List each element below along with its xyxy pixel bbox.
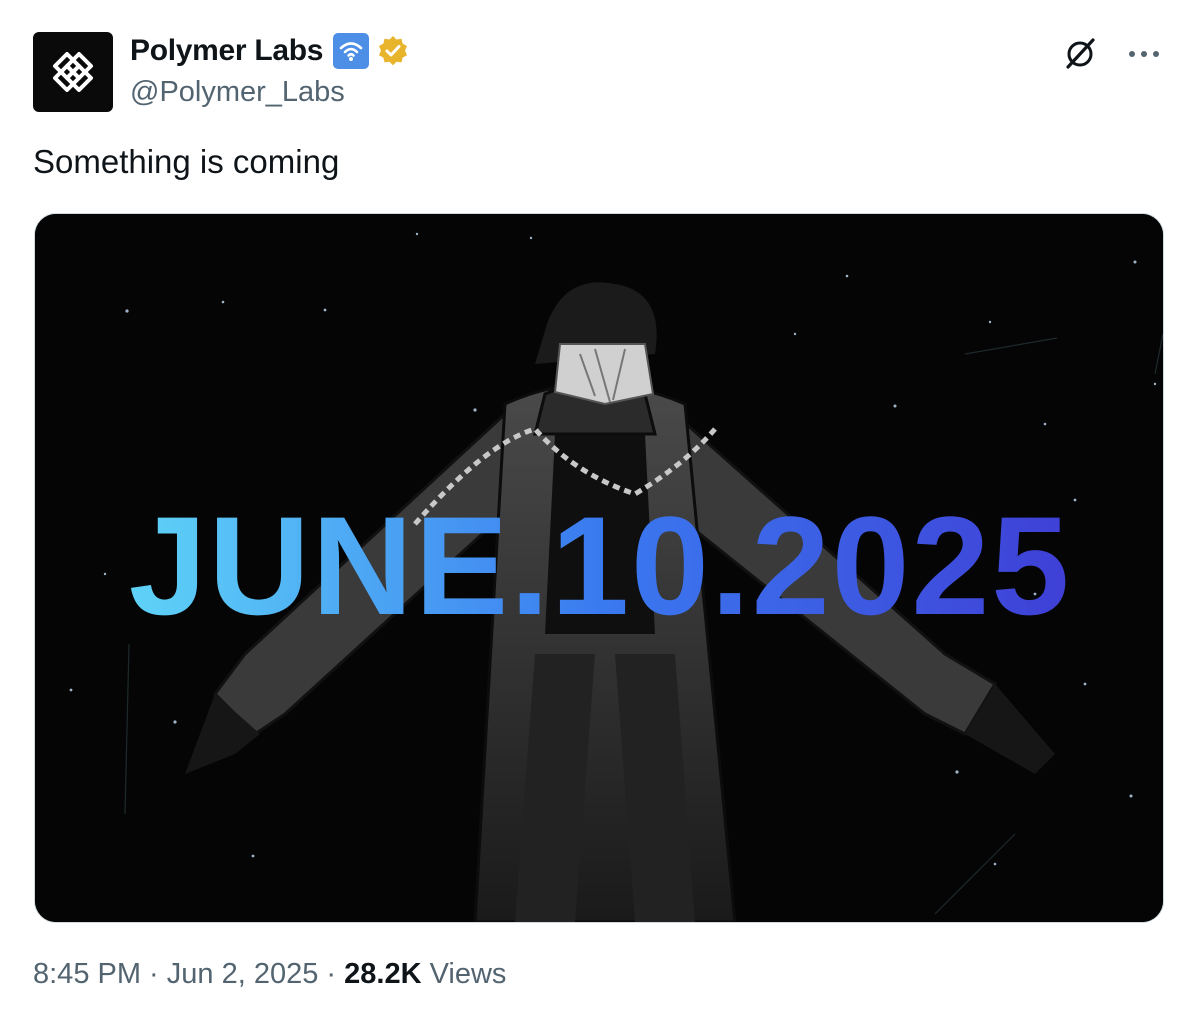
author-display-name[interactable]: Polymer Labs	[130, 34, 323, 68]
author-handle[interactable]: @Polymer_Labs	[130, 76, 345, 109]
tweet-media-image[interactable]: JUNE.10.2025	[34, 213, 1164, 923]
wifi-badge-icon	[333, 33, 370, 69]
tweet-time[interactable]: 8:45 PM	[33, 958, 141, 990]
author-name-row: Polymer Labs	[130, 33, 411, 69]
avatar[interactable]	[33, 32, 113, 112]
media-artwork: JUNE.10.2025	[35, 214, 1163, 922]
views-label: Views	[421, 958, 507, 990]
meta-separator: ·	[141, 958, 167, 990]
tweet-text: Something is coming	[33, 143, 340, 180]
tweet-date[interactable]: Jun 2, 2025	[167, 958, 319, 990]
tweet-meta: 8:45 PM · Jun 2, 2025 · 28.2K Views	[33, 958, 506, 991]
polymer-logo-icon	[53, 52, 93, 92]
meta-separator-2: ·	[318, 958, 345, 990]
grok-slash-icon[interactable]	[1060, 34, 1100, 74]
verified-gold-badge-icon[interactable]	[375, 33, 411, 69]
tweet-actions	[1060, 34, 1164, 74]
more-dots-icon[interactable]	[1124, 34, 1164, 74]
views-count: 28.2K	[344, 958, 422, 990]
launch-date-text: JUNE.10.2025	[129, 487, 1071, 644]
